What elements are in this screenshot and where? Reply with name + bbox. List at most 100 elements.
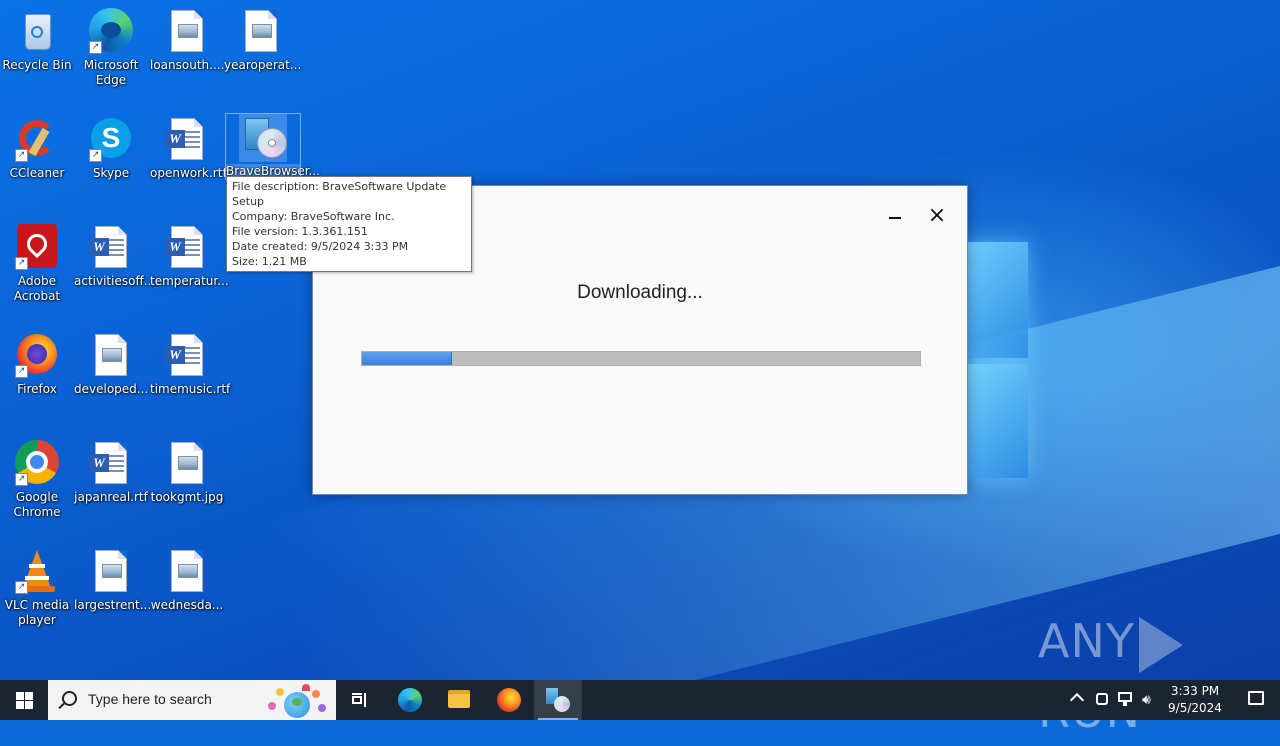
word-document-icon: W [163, 224, 211, 272]
anyrun-watermark: ANYRUN [1038, 606, 1238, 738]
vlc-cone-icon: ↗ [13, 548, 61, 596]
watermark-left: ANY [1038, 614, 1135, 668]
desktop-icon-label: activitiesoff... [74, 274, 156, 288]
download-status-text: Downloading... [577, 282, 703, 303]
desktop-icon-timemusic[interactable]: W timemusic.rtf [150, 332, 231, 397]
close-icon: × [927, 203, 947, 228]
taskbar: Type here to search 🔊︎ 3:33 PM 9/5/2024 [0, 680, 1280, 720]
download-progress-fill [362, 352, 453, 365]
search-placeholder: Type here to search [88, 691, 212, 707]
desktop-icon-japanreal[interactable]: W japanreal.rtf [74, 440, 148, 505]
desktop-icon-google-chrome[interactable]: ↗ Google Chrome [0, 440, 74, 520]
desktop-icon-label: Recycle Bin [2, 58, 72, 72]
tooltip-line-description: File description: BraveSoftware Update S… [232, 180, 447, 208]
desktop-icon-label: openwork.rtf [150, 166, 227, 180]
desktop-icon-largestrent[interactable]: largestrent... [74, 548, 152, 613]
shortcut-arrow-icon: ↗ [15, 581, 28, 594]
network-icon[interactable] [1118, 692, 1134, 706]
start-button[interactable] [0, 680, 48, 720]
taskbar-clock[interactable]: 3:33 PM 9/5/2024 [1160, 683, 1230, 717]
taskbar-file-explorer-button[interactable] [435, 680, 483, 720]
firefox-icon [497, 688, 521, 712]
minimize-icon [889, 216, 901, 219]
desktop-icon-ccleaner[interactable]: ↗ CCleaner [0, 116, 74, 181]
image-file-icon [163, 8, 211, 56]
desktop-icon-wednesda[interactable]: wednesda... [150, 548, 224, 613]
desktop-icon-developed[interactable]: developed... [74, 332, 148, 397]
desktop-icon-label: largestrent... [74, 598, 152, 612]
edge-icon [398, 688, 422, 712]
wallpaper-logo-pane [966, 364, 1028, 478]
tooltip-line-date: Date created: 9/5/2024 3:33 PM [232, 240, 409, 253]
edge-icon: ↗ [87, 8, 135, 56]
desktop-icon-loansouth[interactable]: loansouth.... [150, 8, 224, 73]
desktop-icon-label: tookgmt.jpg [150, 490, 224, 504]
desktop-icon-label: yearoperat... [224, 58, 302, 72]
task-view-icon [352, 693, 368, 707]
desktop-icon-label: Adobe Acrobat [13, 274, 61, 303]
desktop-icon-label: Microsoft Edge [83, 58, 139, 87]
taskbar-brave-setup-button[interactable] [534, 680, 582, 720]
desktop-icon-adobe-acrobat[interactable]: ↗ Adobe Acrobat [0, 224, 74, 304]
file-explorer-icon [448, 690, 470, 708]
desktop-icon-temperatur[interactable]: W temperatur... [150, 224, 229, 289]
image-file-icon [87, 332, 135, 380]
tooltip-line-company: Company: BraveSoftware Inc. [232, 210, 395, 223]
clock-time: 3:33 PM [1170, 684, 1220, 698]
tooltip-line-version: File version: 1.3.361.151 [232, 225, 368, 238]
skype-icon: S ↗ [87, 116, 135, 164]
desktop-icon-activitiesoff[interactable]: W activitiesoff... [74, 224, 156, 289]
desktop-icon-label: CCleaner [9, 166, 65, 180]
image-file-icon [237, 8, 285, 56]
minimize-button[interactable] [879, 200, 911, 232]
shortcut-arrow-icon: ↗ [89, 149, 102, 162]
desktop-icon-openwork[interactable]: W openwork.rtf [150, 116, 227, 181]
image-file-icon [163, 440, 211, 488]
desktop-icon-bravebrowser-setup[interactable]: BraveBrowser... [225, 113, 320, 180]
shortcut-arrow-icon: ↗ [89, 41, 102, 54]
desktop-icon-label: Firefox [17, 382, 57, 396]
brave-setup-icon [546, 688, 570, 712]
desktop-icon-label: Google Chrome [13, 490, 61, 519]
desktop-icon-label: Skype [92, 166, 130, 180]
search-highlight-illustration-icon [262, 684, 332, 718]
close-button[interactable]: × [921, 200, 953, 232]
wallpaper-logo-pane [966, 242, 1028, 358]
desktop-icon-label: wednesda... [150, 598, 224, 612]
desktop-icon-skype[interactable]: S ↗ Skype [74, 116, 148, 181]
shortcut-arrow-icon: ↗ [15, 365, 28, 378]
meet-now-icon[interactable] [1096, 693, 1108, 705]
word-document-icon: W [163, 116, 211, 164]
clock-date: 9/5/2024 [1168, 701, 1222, 715]
desktop-icon-firefox[interactable]: ↗ Firefox [0, 332, 74, 397]
desktop-icon-vlc[interactable]: ↗ VLC media player [0, 548, 74, 628]
desktop-icon-label: developed... [74, 382, 149, 396]
tooltip-line-size: Size: 1.21 MB [232, 255, 307, 268]
volume-icon[interactable]: 🔊︎ [1142, 692, 1158, 708]
shortcut-arrow-icon: ↗ [15, 473, 28, 486]
desktop-icon-recycle-bin[interactable]: Recycle Bin [0, 8, 74, 73]
action-center-button[interactable] [1232, 680, 1280, 720]
taskbar-firefox-button[interactable] [485, 680, 533, 720]
download-progress-bar [361, 351, 921, 366]
taskbar-edge-button[interactable] [386, 680, 434, 720]
firefox-icon: ↗ [13, 332, 61, 380]
word-document-icon: W [87, 224, 135, 272]
taskbar-search-box[interactable]: Type here to search [48, 680, 336, 720]
file-info-tooltip: File description: BraveSoftware Update S… [226, 176, 472, 272]
desktop-icon-label: loansouth.... [150, 58, 225, 72]
desktop-icon-label: timemusic.rtf [150, 382, 231, 396]
chrome-icon: ↗ [13, 440, 61, 488]
ccleaner-icon: ↗ [13, 116, 61, 164]
desktop-icon-label: temperatur... [150, 274, 229, 288]
task-view-button[interactable] [336, 680, 384, 720]
chevron-up-icon[interactable] [1069, 692, 1085, 708]
system-tray: 🔊︎ [1066, 680, 1160, 720]
desktop-icon-yearoperat[interactable]: yearoperat... [224, 8, 302, 73]
desktop-icon-label: VLC media player [4, 598, 70, 627]
notification-icon [1248, 691, 1264, 705]
desktop-icon-tookgmt[interactable]: tookgmt.jpg [150, 440, 224, 505]
recycle-bin-icon [13, 8, 61, 56]
image-file-icon [163, 548, 211, 596]
desktop-icon-microsoft-edge[interactable]: ↗ Microsoft Edge [74, 8, 148, 88]
